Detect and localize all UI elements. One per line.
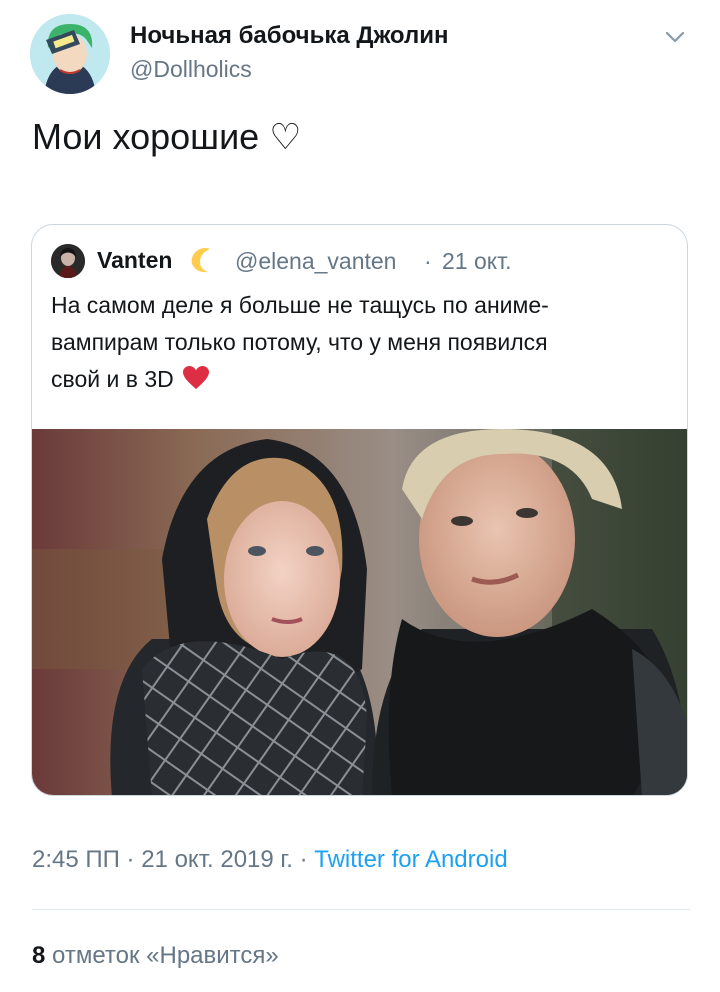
quote-text-line-content: свой и в 3D: [51, 366, 174, 392]
quote-avatar-icon: [51, 244, 85, 278]
red-heart-icon: [182, 365, 210, 391]
tweet-timestamp[interactable]: 2:45 ПП · 21 окт. 2019 г.: [32, 846, 293, 873]
author-handle[interactable]: @Dollholics: [130, 56, 252, 83]
tweet-text: Мои хорошие ♡: [32, 116, 302, 157]
likes-label: отметок «Нравится»: [52, 942, 279, 969]
author-display-name[interactable]: Ночьная бабочька Джолин: [130, 22, 448, 50]
selfie-photo[interactable]: [32, 429, 687, 795]
likes-count-link[interactable]: 8 отметок «Нравится»: [32, 942, 279, 970]
photo-image: [32, 429, 687, 795]
meta-separator: ·: [299, 846, 308, 873]
quote-text-line: вампирам только потому, что у меня появи…: [51, 329, 548, 355]
chevron-down-icon[interactable]: [662, 24, 688, 50]
quote-text-line: свой и в 3D: [51, 361, 681, 398]
client-link[interactable]: Twitter for Android: [314, 846, 507, 873]
tweet-header: Ночьная бабочька Джолин @Dollholics: [30, 14, 700, 96]
moon-icon: [188, 245, 218, 275]
quote-date[interactable]: 21 окт.: [442, 248, 511, 275]
quote-avatar[interactable]: [51, 244, 85, 278]
quote-handle[interactable]: @elena_vanten: [235, 248, 396, 275]
likes-count: 8: [32, 942, 46, 969]
author-avatar[interactable]: [30, 14, 110, 94]
quoted-tweet-card[interactable]: Vanten @elena_vanten · 21 окт. На самом …: [31, 224, 688, 796]
avatar-icon: [30, 14, 110, 94]
quote-display-name[interactable]: Vanten: [97, 247, 172, 274]
tweet-metadata: 2:45 ПП · 21 окт. 2019 г. · Twitter for …: [32, 846, 508, 874]
quote-separator: ·: [424, 248, 432, 274]
quote-text: На самом деле я больше не тащусь по аним…: [51, 287, 681, 398]
divider: [32, 909, 690, 910]
quote-text-line: На самом деле я больше не тащусь по аним…: [51, 292, 549, 318]
